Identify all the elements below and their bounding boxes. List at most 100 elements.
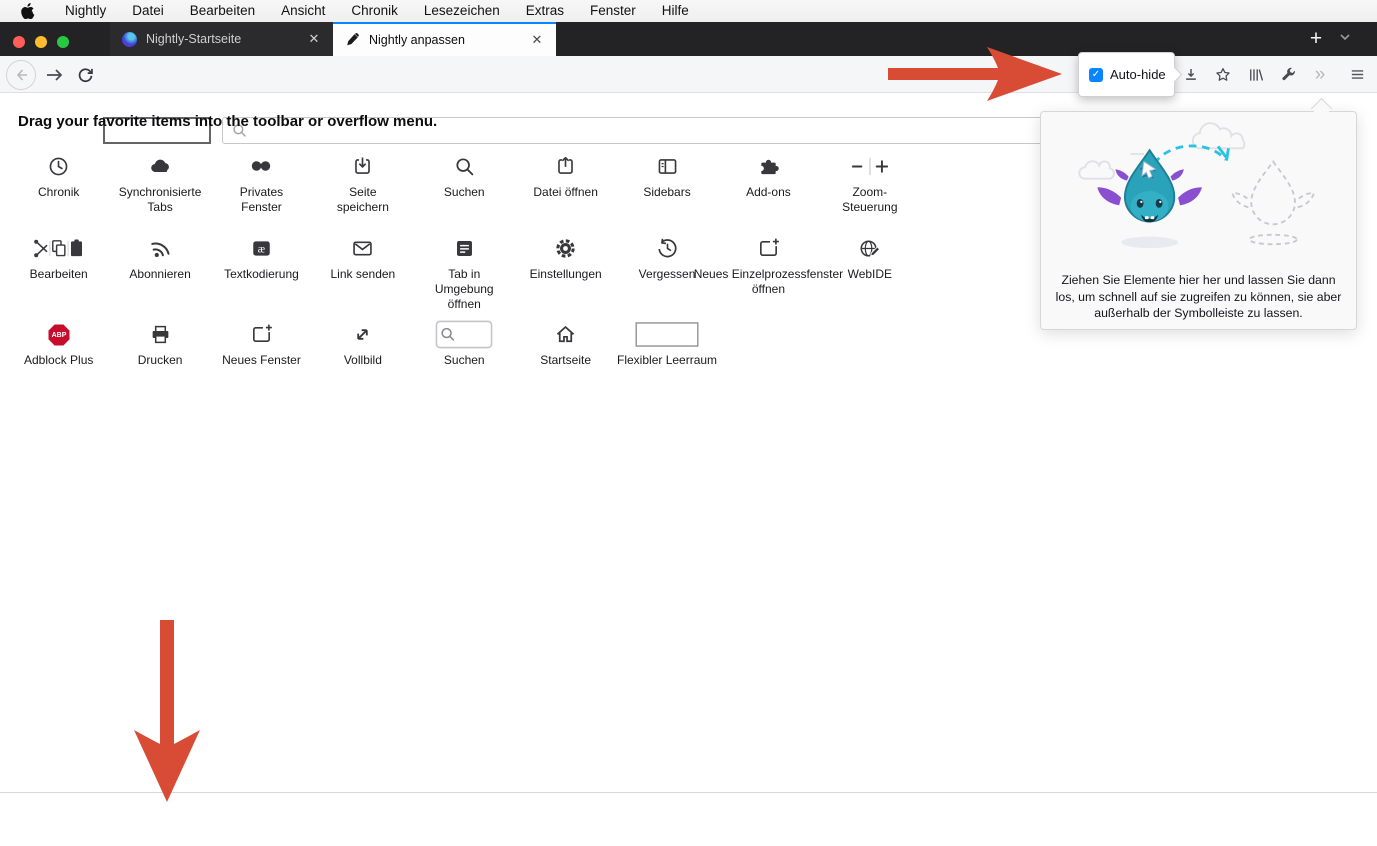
- customize-brush-icon: [347, 32, 359, 45]
- palette-item-label: Tab in Umgebung öffnen: [434, 267, 494, 311]
- menubar-item[interactable]: Hilfe: [649, 0, 702, 22]
- ghost-drop: [1230, 159, 1316, 246]
- menubar-item[interactable]: Chronik: [338, 0, 411, 22]
- palette-item[interactable]: Einstellungen: [515, 226, 616, 312]
- palette-item[interactable]: Datei öffnen: [515, 144, 616, 226]
- tab-title: Nightly-Startseite: [146, 32, 242, 46]
- forget-icon: [656, 232, 679, 264]
- palette-item-label: Abonnieren: [129, 267, 191, 281]
- palette-item-label: Seite speichern: [336, 185, 389, 214]
- text-encoding-icon: æ: [250, 232, 273, 264]
- search-field-icon: [435, 318, 493, 350]
- menubar-item[interactable]: Lesezeichen: [411, 0, 513, 22]
- bookmark-star-icon[interactable]: [1210, 56, 1236, 93]
- palette-item-label: Zoom-Steuerung: [842, 185, 898, 214]
- reload-button[interactable]: [72, 56, 98, 93]
- palette-item[interactable]: ABP Adblock Plus: [8, 312, 109, 396]
- palette-item[interactable]: Seite speichern: [312, 144, 413, 226]
- svg-text:ABP: ABP: [51, 332, 66, 339]
- palette-item[interactable]: Neues Einzelprozessfenster öffnen: [694, 226, 843, 312]
- palette-item-label: Flexibler Leerraum: [617, 353, 718, 367]
- send-link-icon: [351, 232, 374, 264]
- palette-item[interactable]: Neues Fenster: [211, 312, 312, 396]
- fullscreen-icon: [351, 318, 374, 350]
- palette-item-label: WebIDE: [847, 267, 893, 281]
- palette-item[interactable]: Bearbeiten: [8, 226, 109, 312]
- fullscreen-window-button[interactable]: [57, 36, 69, 48]
- hamburger-menu-icon[interactable]: [1344, 56, 1370, 93]
- nightly-favicon-icon: [122, 31, 137, 47]
- palette-item[interactable]: Zoom-Steuerung: [819, 144, 920, 226]
- apple-logo-icon[interactable]: [20, 3, 35, 19]
- annotation-arrow-down: [134, 620, 200, 802]
- synced-tabs-icon: [149, 150, 172, 182]
- browser-window: Nightly Datei Bearbeiten Ansicht Chronik Lese…: [0, 0, 1377, 846]
- container-tab-icon: [453, 232, 476, 264]
- tab-nightly-startseite[interactable]: Nightly-Startseite ✕: [110, 22, 333, 56]
- palette-item-label: Vergessen: [638, 267, 696, 281]
- history-clock-icon: [47, 150, 70, 182]
- home-icon: [554, 318, 577, 350]
- chevron-down-icon[interactable]: [1338, 30, 1352, 44]
- library-icon[interactable]: [1243, 56, 1269, 93]
- palette-item-label: Privates Fenster: [239, 185, 284, 214]
- tab-title: Nightly anpassen: [369, 33, 465, 47]
- palette-item[interactable]: Add-ons: [718, 144, 819, 226]
- save-page-icon: [351, 150, 374, 182]
- palette-item[interactable]: æ Textkodierung: [211, 226, 312, 312]
- palette-item[interactable]: WebIDE: [819, 226, 920, 312]
- menubar-item[interactable]: Datei: [119, 0, 177, 22]
- palette-item[interactable]: Sidebars: [616, 144, 717, 226]
- palette-item-label: Link senden: [330, 267, 396, 281]
- menubar-item[interactable]: Fenster: [577, 0, 649, 22]
- palette-item-label: Startseite: [540, 353, 591, 367]
- settings-gear-icon: [554, 232, 577, 264]
- close-icon[interactable]: ✕: [528, 32, 546, 48]
- palette-item[interactable]: Link senden: [312, 226, 413, 312]
- flexible-space-icon: [635, 318, 699, 350]
- search-icon: [453, 150, 476, 182]
- close-window-button[interactable]: [13, 36, 25, 48]
- palette-item[interactable]: Tab in Umgebung öffnen: [414, 226, 515, 312]
- palette-item[interactable]: Privates Fenster: [211, 144, 312, 226]
- addons-icon: [757, 150, 780, 182]
- overflow-drop-panel[interactable]: Ziehen Sie Elemente hier her und lassen …: [1040, 111, 1357, 330]
- palette-item[interactable]: Suchen: [414, 312, 515, 396]
- new-tab-button[interactable]: +: [1303, 25, 1329, 53]
- minimize-window-button[interactable]: [35, 36, 47, 48]
- palette-item[interactable]: Abonnieren: [109, 226, 210, 312]
- wrench-icon[interactable]: [1275, 56, 1301, 93]
- palette-item[interactable]: Startseite: [515, 312, 616, 396]
- palette-item[interactable]: Flexibler Leerraum: [616, 312, 717, 396]
- palette-item-label: Chronik: [38, 185, 80, 199]
- menubar-item[interactable]: Ansicht: [268, 0, 338, 22]
- close-icon[interactable]: ✕: [305, 31, 323, 47]
- forward-button[interactable]: [42, 56, 68, 93]
- palette-item[interactable]: Vollbild: [312, 312, 413, 396]
- palette-item[interactable]: Synchronisierte Tabs: [109, 144, 210, 226]
- menubar-item[interactable]: Bearbeiten: [177, 0, 268, 22]
- customize-footer: Titelleiste Drag Space Symbolleisten The…: [0, 792, 1377, 846]
- palette-item-label: Synchronisierte Tabs: [118, 185, 202, 214]
- new-window-icon: [250, 318, 273, 350]
- palette-item-label: Einstellungen: [529, 267, 602, 281]
- overflow-chevrons-icon[interactable]: »: [1307, 56, 1333, 93]
- private-mask-icon: [249, 150, 273, 182]
- menubar-item[interactable]: Nightly: [52, 0, 119, 22]
- palette-item-label: Vollbild: [343, 353, 382, 367]
- subscribe-icon: [149, 232, 172, 264]
- menubar-item[interactable]: Extras: [513, 0, 577, 22]
- palette-item[interactable]: Chronik: [8, 144, 109, 226]
- customize-palette: Chronik Synchronisierte Tabs Privates Fe…: [8, 144, 921, 396]
- svg-text:æ: æ: [258, 243, 265, 255]
- palette-item-label: Textkodierung: [224, 267, 299, 281]
- palette-item[interactable]: Suchen: [414, 144, 515, 226]
- palette-item[interactable]: Drucken: [109, 312, 210, 396]
- autohide-checkbox[interactable]: ✓: [1089, 67, 1103, 82]
- palette-item-label: Neues Fenster: [222, 353, 301, 367]
- palette-item-label: Add-ons: [746, 185, 791, 199]
- tab-nightly-anpassen[interactable]: Nightly anpassen ✕: [333, 22, 556, 56]
- adblock-plus-icon: ABP: [47, 318, 71, 350]
- nightly-mascot: [1097, 148, 1202, 249]
- back-button[interactable]: [6, 60, 36, 90]
